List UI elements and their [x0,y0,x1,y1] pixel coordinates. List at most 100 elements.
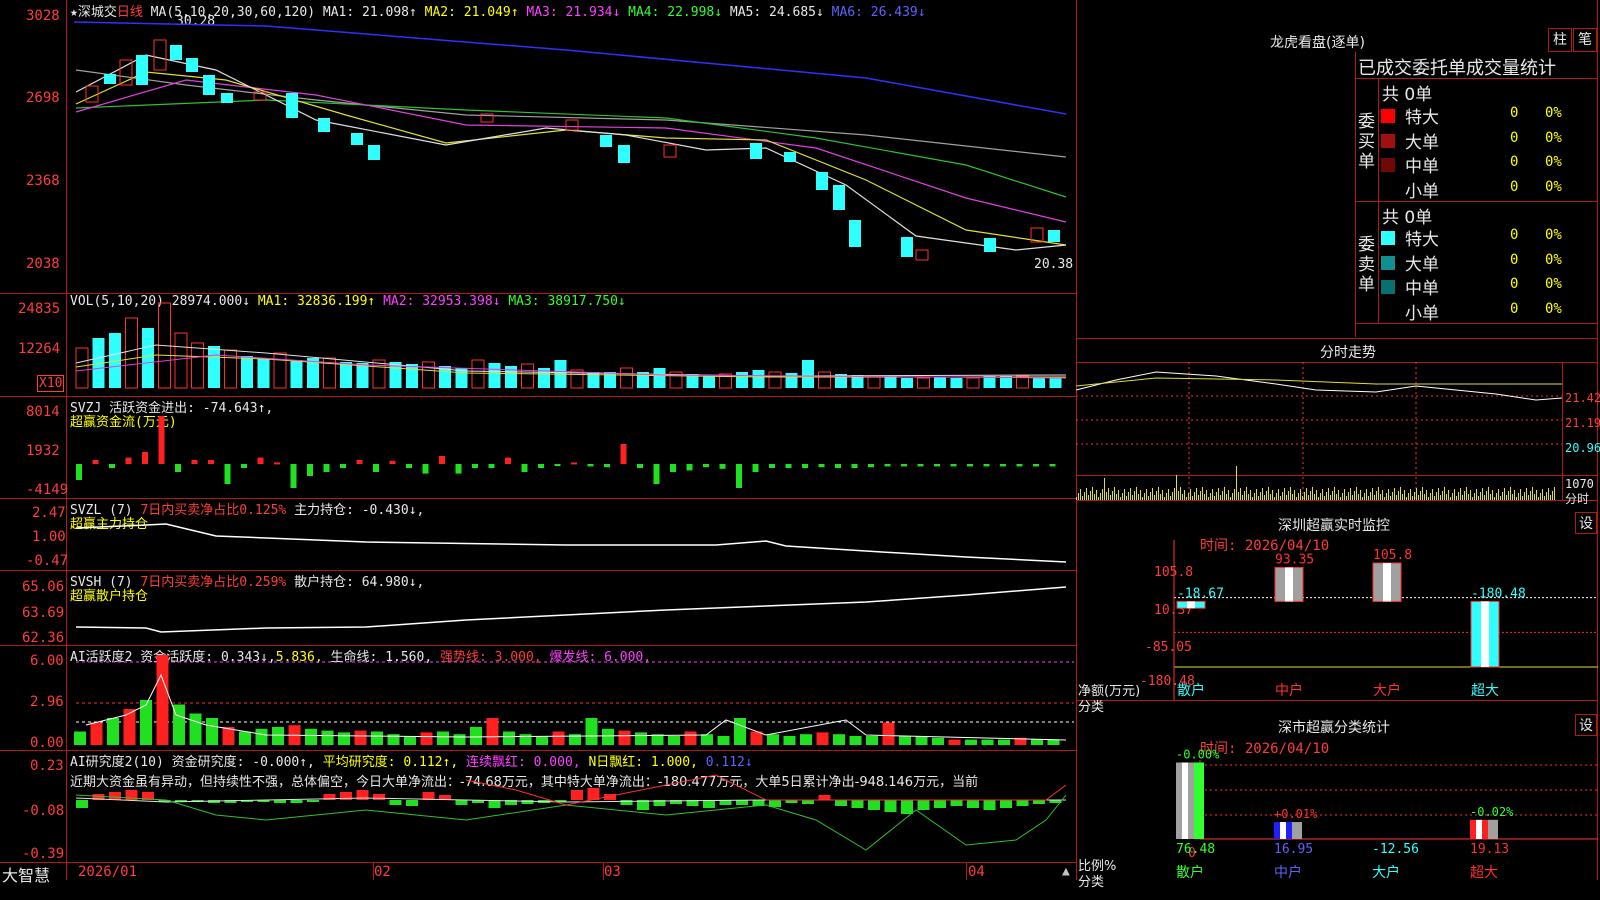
activity-bar [816,732,829,745]
intraday-vol-bar [1540,493,1541,500]
classify-title: 深市超赢分类统计 [1278,720,1390,736]
sell-row-swatch [1381,304,1395,319]
intraday-vol-bar [1252,497,1253,500]
intraday-vol-bar [1510,487,1511,500]
intraday-vol-bar [1218,488,1219,500]
app-logo[interactable]: 大智慧 [2,862,50,886]
classify-bottom-value: 16.95 [1274,842,1313,857]
intraday-vol-bar [1096,490,1097,500]
intraday-vol-bar [1432,489,1433,500]
flow-bar [719,464,726,469]
flow-bar [191,460,198,464]
svsh-chart[interactable] [66,570,1076,645]
svzl-y-tick: 2.47 [32,505,66,521]
intraday-vol-bar [1164,497,1165,500]
kline-chart[interactable] [66,0,1076,293]
intraday-vol-bar [1098,497,1099,500]
tab-bar[interactable]: 柱 [1548,28,1572,52]
classify-chart[interactable]: -0.00% 76.48 散户 +0.01% 16.95 中户 -12.56 大户 -0.02%… [1076,748,1598,900]
activity-bar [866,736,878,745]
intraday-vol-bar [1126,496,1127,500]
svzj-y-tick: 8014 [26,404,60,420]
monitor-settings[interactable]: 设 [1575,512,1597,534]
intraday-vol-bar [1478,496,1479,500]
intraday-vol-bar [1550,495,1551,500]
intraday-vol-bar [1124,489,1125,500]
intraday-vol-bar [1342,493,1343,500]
intraday-vol-bar [1378,487,1379,500]
intraday-vol-bar [1428,497,1429,500]
buy-row-swatch [1381,109,1395,123]
research-bar [389,800,402,805]
intraday-vol-bar [1422,487,1423,500]
monitor-value: 105.8 [1373,548,1412,563]
activity-bar [486,718,499,745]
activity-bar [272,727,284,745]
classify-bar [1470,819,1498,839]
research-bar [274,800,286,803]
intraday-vol-bar [1436,492,1437,500]
vol-bar [142,328,154,388]
intraday-vol-bar [1396,495,1397,500]
activity-bar [239,731,251,745]
intraday-vol-bar [1266,491,1267,500]
svzj-chart[interactable] [66,396,1076,498]
activity-bar [767,734,779,745]
flow-bar [967,464,973,467]
vol-bar [191,342,204,389]
flow-bar [637,464,643,468]
vol-bar [917,377,930,389]
flow-bar [142,452,148,464]
intraday-vol-bar [1288,491,1289,500]
svzl-chart[interactable] [66,498,1076,570]
intraday-vol-bar [1202,487,1203,500]
research-bar [1016,800,1029,806]
monitor-value: -180.48 [1471,586,1526,601]
intraday-vol-bar [1518,493,1519,500]
lock-icon[interactable]: ▲ [1062,864,1070,879]
activity-bar [354,730,367,745]
tab-tick[interactable]: 笔 [1573,28,1597,52]
flow-bar [1000,464,1006,467]
intraday-vol-bar [1354,491,1355,500]
sell-row-pct: 0% [1545,300,1562,317]
svsh-y-tick: 65.06 [22,579,65,595]
activity-bar [948,739,961,745]
intraday-vol-bar [1246,487,1247,500]
flow-bar [703,464,709,468]
sell-row-pct: 0% [1545,227,1562,243]
intraday-vol-bar [1416,488,1417,500]
intraday-vol-bar [1088,495,1089,500]
intraday-vol-bar [1224,487,1225,500]
intraday-vol-bar [1498,489,1499,500]
vol-chart[interactable] [66,293,1076,396]
buy-row-count: 0 [1510,178,1519,195]
intraday-vol-bar [1142,497,1143,500]
intraday-vol-bar [1268,487,1269,500]
intraday-vol-bar [1154,495,1155,500]
intraday-vol-bar [1286,495,1287,500]
intraday-chart[interactable] [1075,362,1563,500]
classify-settings[interactable]: 设 [1575,714,1597,736]
intraday-vol-bar [1482,488,1483,500]
ai2-chart[interactable] [66,750,1076,862]
research-bar [406,800,418,806]
activity-bar [536,736,548,745]
intraday-vol-bar [1302,496,1303,500]
flow-bar [554,464,561,466]
intraday-vol-bar [1536,490,1537,500]
intraday-vol-bar [1414,492,1415,500]
monitor-chart[interactable]: -18.67 散户 93.35 中户 105.8 大户 -180.48 超大 [1076,540,1598,700]
intraday-vol-bar [1146,489,1147,500]
classify-bar-edge [1194,762,1204,839]
intraday-vol-bar [1310,491,1311,500]
flow-bar [307,464,313,476]
ai1-chart[interactable] [66,645,1076,750]
flow-bar [125,457,132,464]
vol-bar [818,371,831,389]
intraday-vol-bar [1194,492,1195,500]
vol-bar [290,360,303,388]
sell-row-count: 0 [1510,300,1519,317]
intraday-vol-bar [1158,487,1159,500]
flow-bar [851,464,858,468]
